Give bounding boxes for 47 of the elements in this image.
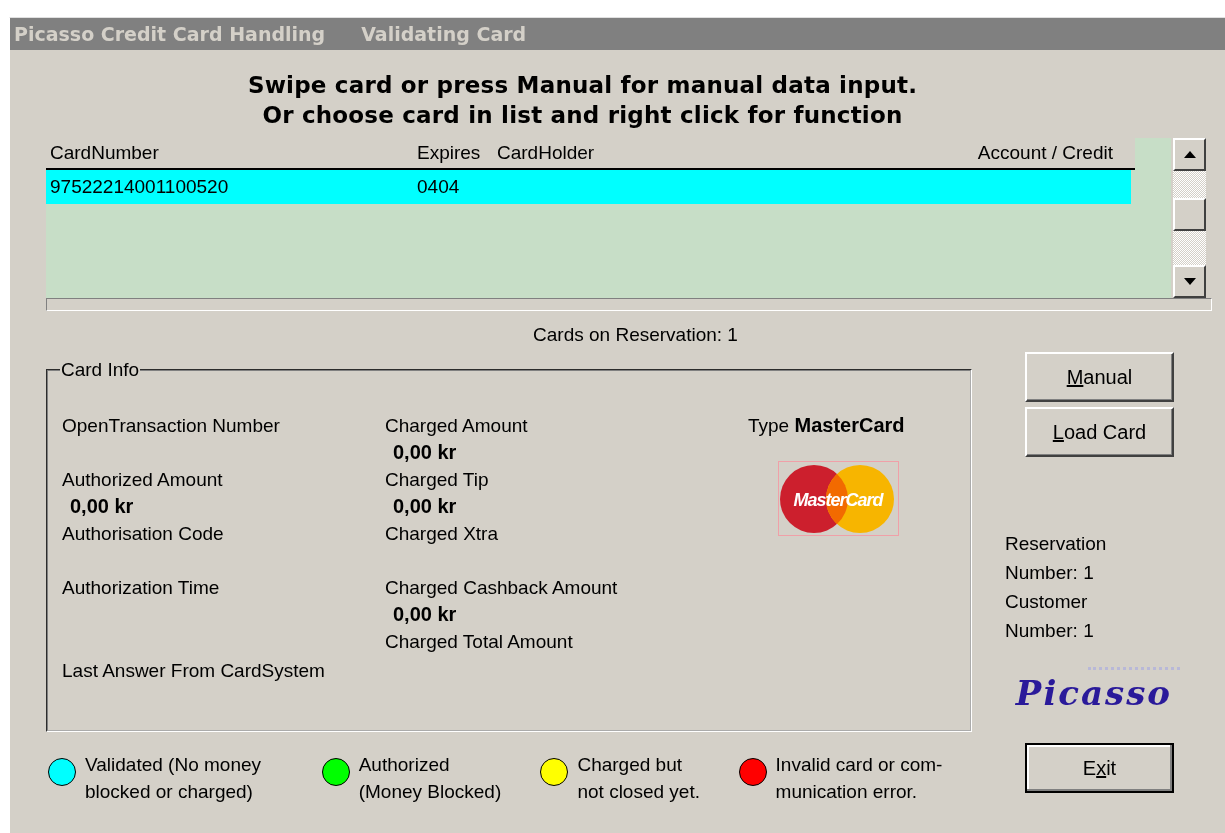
column-header: Account / Credit <box>976 142 1113 164</box>
field-label: Charged Tip <box>385 468 490 492</box>
vertical-scrollbar[interactable] <box>1173 138 1206 298</box>
scroll-thumb[interactable] <box>1173 198 1206 231</box>
reservation-info: Customer <box>1005 590 1089 614</box>
exit-button[interactable]: Exit <box>1025 743 1174 793</box>
window-title: Picasso Credit Card Handling <box>14 23 326 45</box>
instruction-text: Swipe card or press Manual for manual data input. <box>246 71 919 100</box>
table-cell-text: 97522214001100520 <box>50 176 230 198</box>
group-title: Card Info <box>60 359 141 381</box>
field-label: Authorisation Code <box>62 522 225 546</box>
field-value: 0,00 kr <box>392 494 458 519</box>
brand-logo: Picasso <box>1014 667 1180 715</box>
field-label: Charged Total Amount <box>385 630 574 654</box>
scroll-up-button[interactable] <box>1173 138 1206 171</box>
card-type-text: Type MasterCard <box>747 413 906 438</box>
field-value: 0,00 kr <box>69 494 135 519</box>
field-value: 0,00 kr <box>392 440 458 465</box>
down-arrow-icon <box>1183 278 1196 285</box>
card-brand-logo: MasterCard <box>778 461 900 537</box>
field-label: Authorized Amount <box>62 468 224 492</box>
field-label: Last Answer From CardSystem <box>62 660 326 682</box>
instruction-text: Or choose card in list and right click for function <box>261 101 904 130</box>
window-subtitle: Validating Card <box>361 23 527 45</box>
column-header: CardNumber <box>50 142 160 164</box>
legend-text: Authorized (Money Blocked) <box>358 753 502 804</box>
field-label: Charged Cashback Amount <box>385 576 619 600</box>
reservation-info: Number: 1 <box>1005 561 1095 585</box>
card-row[interactable]: 97522214001100520 0404 <box>46 170 1131 204</box>
cards-count-label: Cards on Reservation: 1 <box>533 324 738 345</box>
field-label: Charged Amount <box>385 414 529 438</box>
table-cell-text: 0404 <box>417 176 461 198</box>
action-button[interactable]: Manual <box>1025 352 1174 402</box>
field-label: OpenTransaction Number <box>62 414 281 438</box>
column-header: CardHolder <box>497 142 596 164</box>
legend-text: Validated (No money blocked or charged) <box>85 753 262 804</box>
scroll-down-button[interactable] <box>1173 265 1206 298</box>
field-label: Authorization Time <box>62 576 221 600</box>
column-header: Expires <box>417 142 482 164</box>
legend-text: Charged but not closed yet. <box>577 753 700 804</box>
up-arrow-icon <box>1183 151 1196 158</box>
legend-text: Invalid card or com- munication error. <box>775 753 943 804</box>
field-label: Charged Xtra <box>385 522 499 546</box>
reservation-info: Number: 1 <box>1005 619 1095 643</box>
field-value: 0,00 kr <box>392 602 458 627</box>
action-button[interactable]: Load Card <box>1025 407 1174 457</box>
reservation-info: Reservation <box>1005 532 1108 556</box>
